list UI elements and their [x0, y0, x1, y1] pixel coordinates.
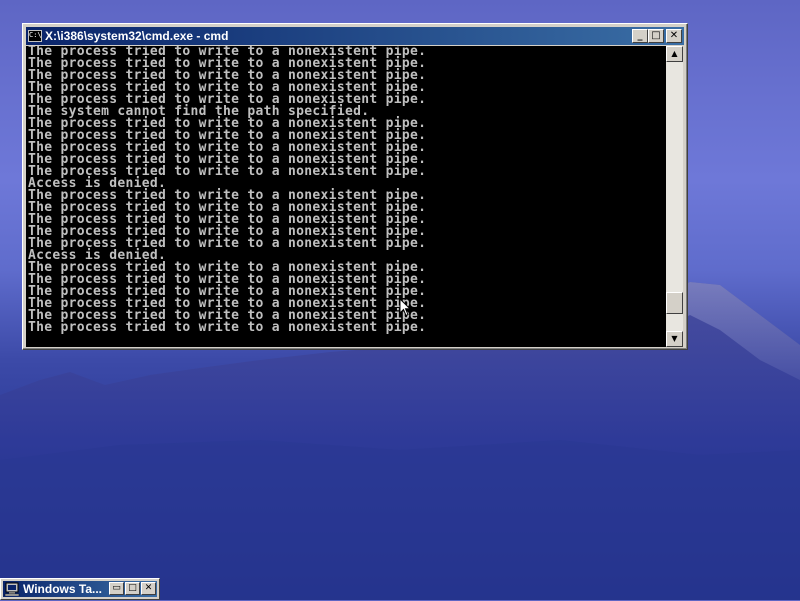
mouse-pointer-icon — [399, 298, 411, 317]
restore-button[interactable]: ▭ — [109, 582, 124, 595]
close-button[interactable]: ✕ — [666, 29, 682, 43]
scroll-down-button[interactable]: ▼ — [666, 331, 683, 347]
scroll-up-button[interactable]: ▲ — [666, 46, 683, 62]
title-bar[interactable]: C:\ X:\i386\system32\cmd.exe - cmd _ □ ✕ — [26, 27, 684, 45]
cmd-window: C:\ X:\i386\system32\cmd.exe - cmd _ □ ✕… — [22, 23, 688, 350]
computer-icon — [4, 582, 20, 597]
close-button[interactable]: ✕ — [141, 582, 156, 595]
console-line: The process tried to write to a nonexist… — [28, 320, 427, 335]
console-output[interactable]: The process tried to write to a nonexist… — [26, 46, 666, 347]
minimized-window-title: Windows Ta... — [23, 582, 103, 596]
window-title: X:\i386\system32\cmd.exe - cmd — [45, 29, 229, 43]
minimized-window[interactable]: Windows Ta... ▭ □ ✕ — [0, 578, 160, 600]
maximize-button[interactable]: □ — [125, 582, 140, 595]
minimize-button[interactable]: _ — [632, 29, 648, 43]
minimized-window-titlebar[interactable]: Windows Ta... ▭ □ ✕ — [3, 581, 157, 597]
console-lines: The process tried to write to a nonexist… — [26, 46, 666, 334]
maximize-button[interactable]: □ — [648, 29, 664, 43]
cmd-icon[interactable]: C:\ — [28, 30, 42, 42]
vertical-scrollbar[interactable]: ▲ ▼ — [666, 46, 683, 347]
minimized-window-buttons: ▭ □ ✕ — [108, 582, 156, 595]
scroll-thumb[interactable] — [666, 292, 683, 314]
title-bar-buttons: _ □ ✕ — [632, 29, 682, 43]
